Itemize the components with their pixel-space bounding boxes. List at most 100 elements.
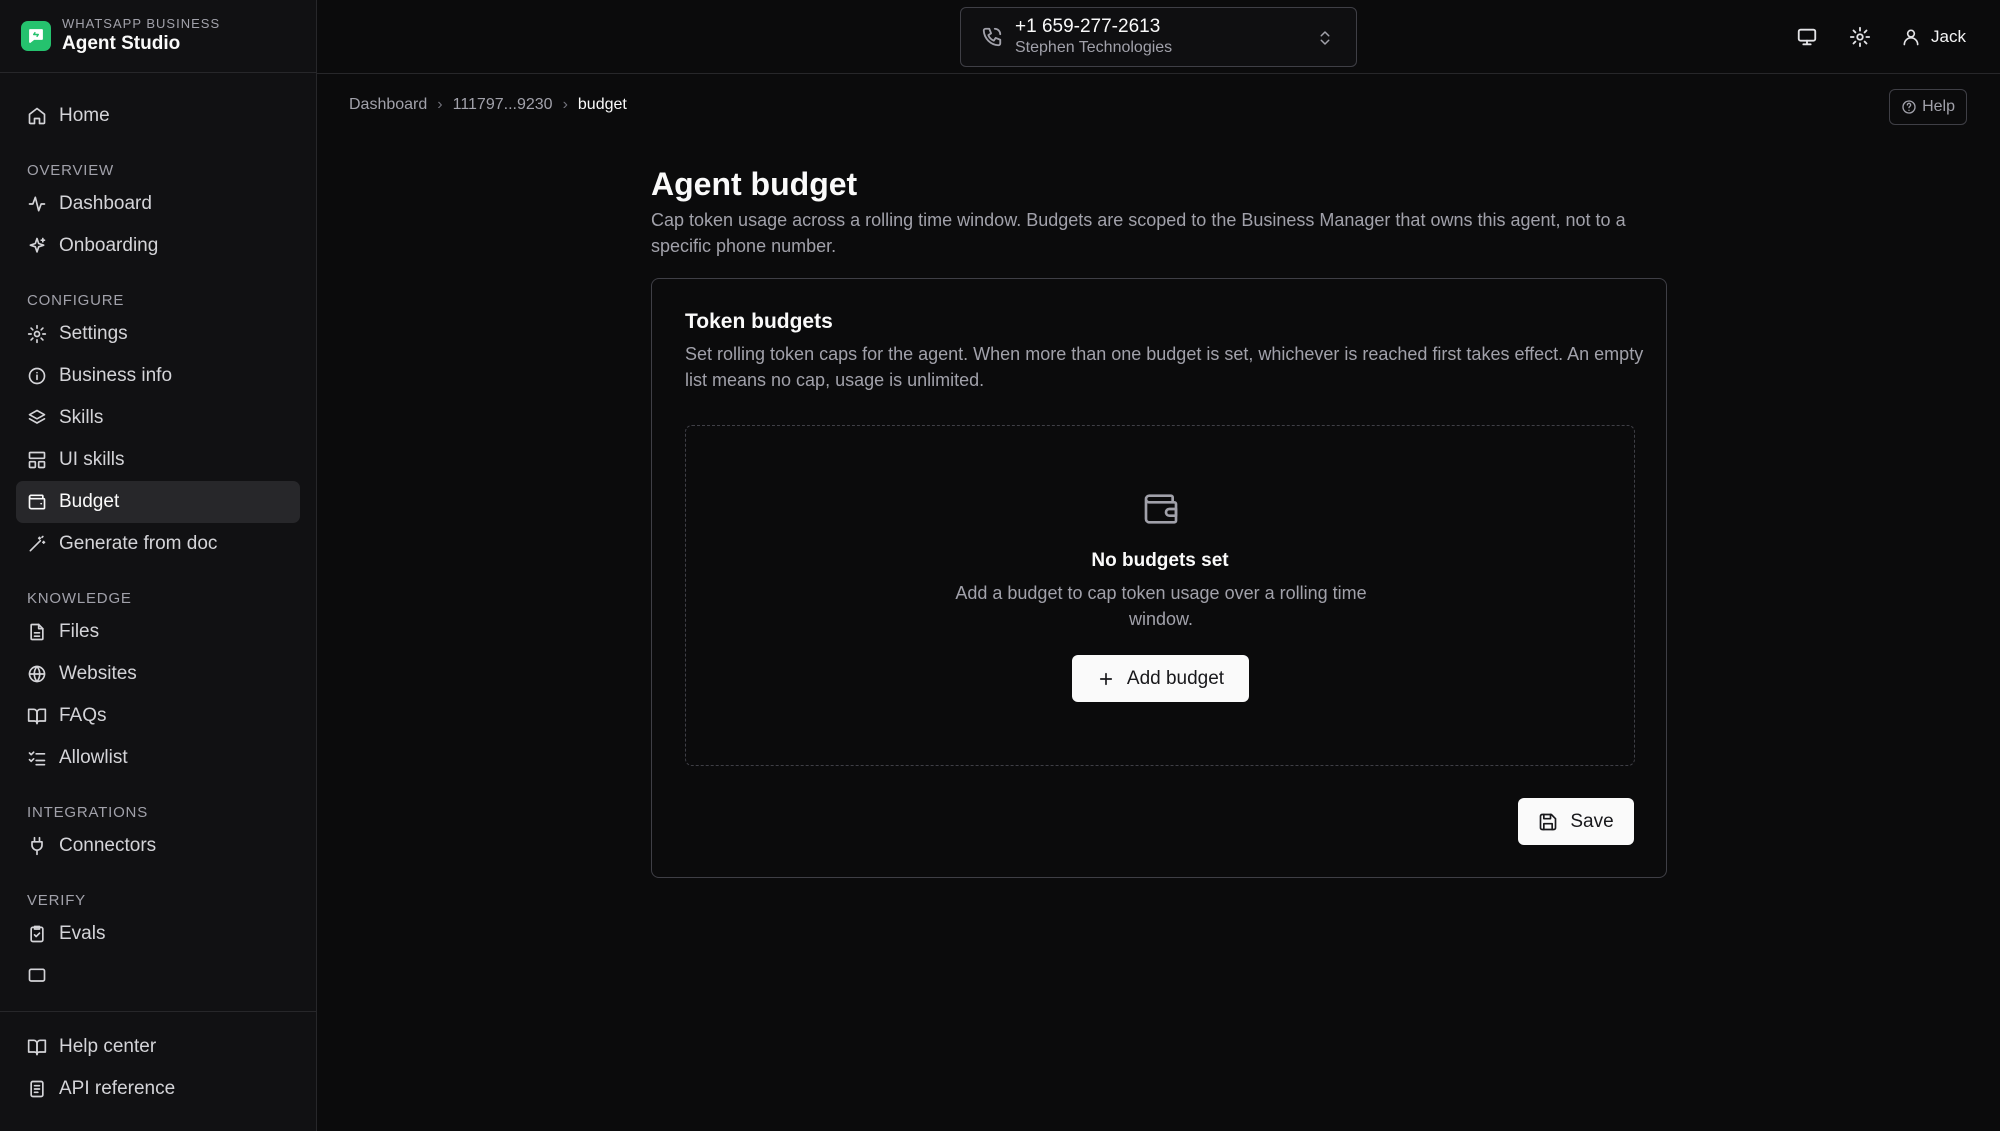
plug-icon <box>31 836 43 856</box>
activity-icon <box>28 196 46 212</box>
whatsapp-logo-icon <box>21 21 51 51</box>
info-icon <box>28 367 46 385</box>
page-description: Cap token usage across a rolling time wi… <box>651 210 1626 256</box>
sidebar-item-help-center[interactable]: Help center <box>16 1026 300 1068</box>
gear-icon <box>27 324 47 344</box>
organization-name: Stephen Technologies <box>1015 39 1173 56</box>
layout-icon <box>28 451 46 469</box>
section-verify: VERIFY <box>27 892 86 909</box>
sidebar-item-label: Home <box>59 105 110 126</box>
topbar: +1 659-277-2613 Stephen Technologies Jac… <box>317 0 2000 74</box>
plus-icon <box>1099 672 1112 685</box>
sidebar-item-label: Help center <box>59 1036 157 1057</box>
section-overview: OVERVIEW <box>27 162 114 179</box>
settings-button[interactable] <box>1848 25 1872 49</box>
empty-title: No budgets set <box>1091 550 1229 571</box>
save-label: Save <box>1570 810 1614 832</box>
empty-state: No budgets set Add a budget to cap token… <box>685 425 1635 766</box>
chevron-right-icon: › <box>562 96 568 113</box>
wallet-icon <box>28 494 46 510</box>
document-icon <box>30 1080 44 1098</box>
sidebar-item-budget[interactable]: Budget <box>16 481 300 523</box>
add-budget-label: Add budget <box>1126 667 1225 689</box>
page-header: Agent budget Cap token usage across a ro… <box>651 163 1667 259</box>
sidebar-item-ui-skills[interactable]: UI skills <box>16 439 300 481</box>
monitor-button[interactable] <box>1795 25 1819 49</box>
sidebar-item-label: Onboarding <box>59 235 159 256</box>
sidebar-item-label: Budget <box>59 491 120 512</box>
brand-kicker: WHATSAPP BUSINESS <box>62 16 221 31</box>
sidebar-item-connectors[interactable]: Connectors <box>16 825 300 867</box>
sidebar-item-label: Connectors <box>59 835 157 856</box>
add-budget-button[interactable]: Add budget <box>1072 655 1249 702</box>
home-icon <box>28 107 46 125</box>
sidebar-item-files[interactable]: Files <box>16 611 300 653</box>
user-menu[interactable]: Jack <box>1901 27 1966 47</box>
book-open-icon <box>27 708 47 725</box>
breadcrumb-agent[interactable]: 111797...9230 <box>453 96 553 114</box>
save-icon <box>1540 813 1557 830</box>
sidebar-item-label: Generate from doc <box>59 533 218 554</box>
breadcrumb-dashboard[interactable]: Dashboard <box>349 96 427 114</box>
sidebar-item-home[interactable]: Home <box>16 95 300 137</box>
sidebar-item-onboarding[interactable]: Onboarding <box>16 225 300 267</box>
sidebar-item-partial[interactable] <box>16 955 300 997</box>
user-icon <box>1903 29 1919 46</box>
card-title: Token budgets <box>685 310 833 333</box>
sidebar-footer: Help center API reference <box>0 1011 316 1131</box>
phone-icon <box>982 27 1002 47</box>
help-circle-icon <box>1902 100 1916 114</box>
brand-title: Agent Studio <box>62 33 181 54</box>
token-budgets-card: Token budgets Set rolling token caps for… <box>651 278 1667 878</box>
sidebar-item-label: Skills <box>59 407 104 428</box>
sidebar-item-business-info[interactable]: Business info <box>16 355 300 397</box>
sidebar-item-label: FAQs <box>59 705 107 726</box>
topbar-actions: Jack <box>1766 0 1966 74</box>
save-button[interactable]: Save <box>1518 798 1634 845</box>
sidebar-item-skills[interactable]: Skills <box>16 397 300 439</box>
sidebar-item-label: Settings <box>59 323 128 344</box>
breadcrumb-current: budget <box>577 96 627 113</box>
wallet-icon <box>1144 494 1178 524</box>
list-checks-icon <box>28 751 46 766</box>
message-square-icon <box>28 968 46 982</box>
user-name: Jack <box>1931 27 1966 46</box>
chevron-right-icon: › <box>437 96 443 113</box>
help-label: Help <box>1922 98 1955 115</box>
sidebar-item-label: Files <box>59 621 100 642</box>
help-button[interactable]: Help <box>1889 89 1967 125</box>
monitor-icon <box>1797 28 1817 46</box>
sidebar-item-websites[interactable]: Websites <box>16 653 300 695</box>
sidebar-item-settings[interactable]: Settings <box>16 313 300 355</box>
book-open-icon <box>27 1039 47 1056</box>
section-integrations: INTEGRATIONS <box>27 804 148 821</box>
sidebar-item-generate-from-doc[interactable]: Generate from doc <box>16 523 300 565</box>
sidebar-item-evals[interactable]: Evals <box>16 913 300 955</box>
phone-number-select[interactable]: +1 659-277-2613 Stephen Technologies <box>960 7 1357 67</box>
breadcrumb: Dashboard › 111797...9230 › budget <box>349 96 627 114</box>
sidebar-item-label: Websites <box>59 663 137 684</box>
sidebar-item-allowlist[interactable]: Allowlist <box>16 737 300 779</box>
gear-icon <box>1849 26 1871 48</box>
card-description: Set rolling token caps for the agent. Wh… <box>685 344 1644 390</box>
sidebar-item-label: API reference <box>59 1078 176 1099</box>
brand[interactable]: WHATSAPP BUSINESS Agent Studio <box>0 0 316 73</box>
page-title: Agent budget <box>651 166 858 202</box>
sidebar-item-faqs[interactable]: FAQs <box>16 695 300 737</box>
sidebar-item-api-reference[interactable]: API reference <box>16 1068 300 1110</box>
section-knowledge: KNOWLEDGE <box>27 590 132 607</box>
chevrons-up-down-icon <box>1320 31 1330 45</box>
phone-number: +1 659-277-2613 <box>1015 16 1161 37</box>
empty-description: Add a budget to cap token usage over a r… <box>955 583 1367 629</box>
sidebar-item-dashboard[interactable]: Dashboard <box>16 183 300 225</box>
sidebar-item-label: Business info <box>59 365 173 386</box>
globe-icon <box>28 665 46 683</box>
sidebar-item-label: Evals <box>59 923 106 944</box>
magic-wand-icon <box>29 535 46 552</box>
sidebar-nav: Home OVERVIEW Dashboard Onboarding CONFI… <box>0 73 316 1011</box>
layers-icon <box>28 409 46 424</box>
sidebar-item-label: Dashboard <box>59 193 152 214</box>
sidebar: WHATSAPP BUSINESS Agent Studio Home OVER… <box>0 0 317 1131</box>
sparkles-icon <box>29 237 46 253</box>
section-configure: CONFIGURE <box>27 292 125 309</box>
